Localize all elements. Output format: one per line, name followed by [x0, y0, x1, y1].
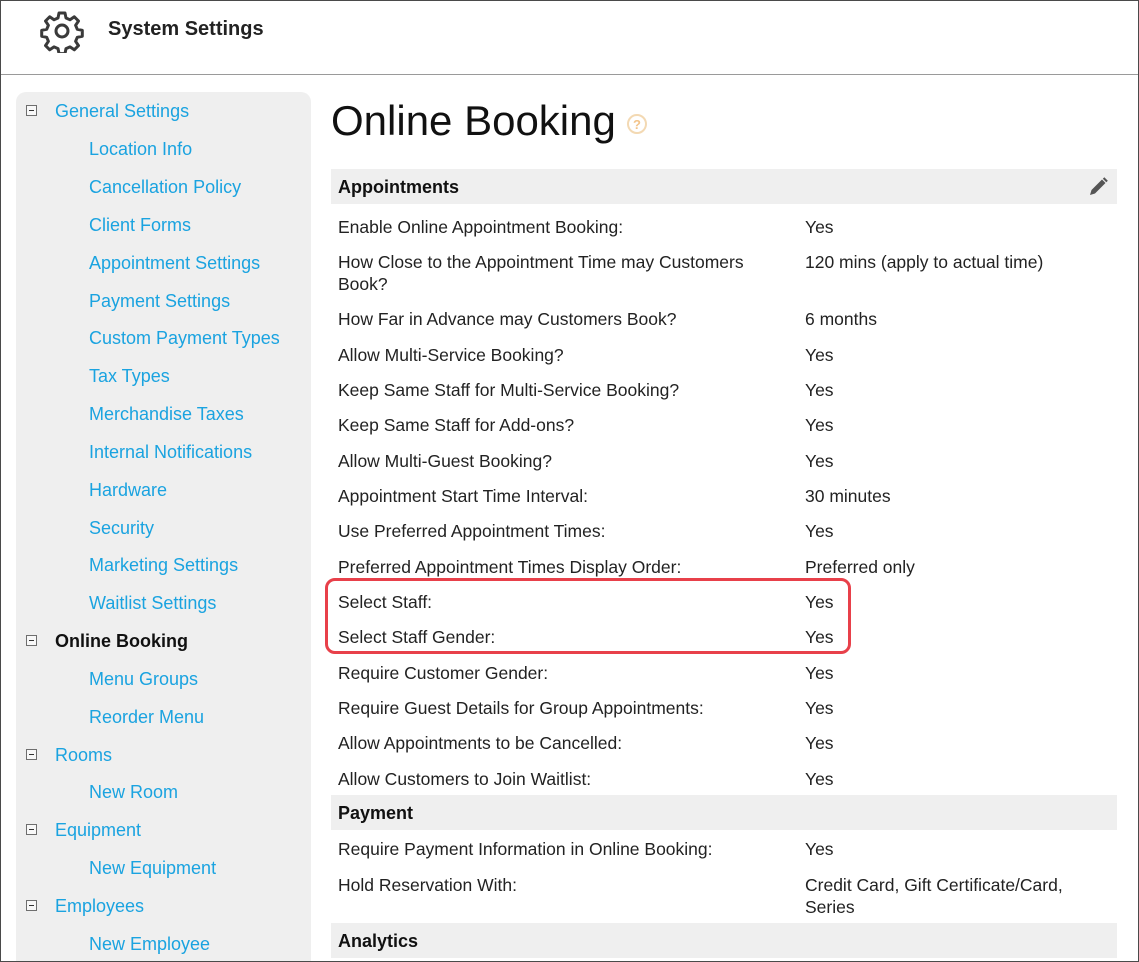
- setting-label: Allow Multi-Service Booking?: [338, 345, 564, 365]
- page-title: Online Booking: [331, 97, 616, 144]
- collapse-icon[interactable]: [26, 824, 37, 835]
- app-title: System Settings: [108, 18, 264, 40]
- sidebar-item-label[interactable]: Hardware: [89, 480, 167, 501]
- setting-value: Yes: [805, 451, 834, 471]
- setting-value: Preferred only: [805, 557, 915, 577]
- app-window: System Settings General Settings Locatio…: [0, 0, 1139, 962]
- sidebar-item-label[interactable]: Online Booking: [55, 631, 188, 652]
- section-header-appointments: Appointments: [331, 169, 1117, 204]
- sidebar-item-label[interactable]: Waitlist Settings: [89, 593, 216, 614]
- setting-label: Require Payment Information in Online Bo…: [338, 839, 713, 859]
- edit-pencil-icon[interactable]: [1087, 176, 1109, 198]
- sidebar-item-label[interactable]: Rooms: [55, 745, 112, 766]
- setting-label: Appointment Start Time Interval:: [338, 486, 588, 506]
- sidebar-item-label[interactable]: Location Info: [89, 139, 192, 160]
- sidebar-item-label[interactable]: Merchandise Taxes: [89, 404, 244, 425]
- setting-value: Yes: [805, 663, 834, 683]
- setting-value: Yes: [805, 345, 834, 365]
- setting-label: Allow Appointments to be Cancelled:: [338, 733, 623, 753]
- sidebar-item-label[interactable]: Tax Types: [89, 366, 170, 387]
- help-icon[interactable]: ?: [627, 114, 647, 134]
- collapse-icon[interactable]: [26, 749, 37, 760]
- setting-label: Allow Multi-Guest Booking?: [338, 451, 552, 471]
- setting-value: 120 mins (apply to actual time): [805, 252, 1044, 272]
- setting-label: How Far in Advance may Customers Book?: [338, 309, 677, 329]
- setting-label: Allow Customers to Join Waitlist:: [338, 769, 592, 789]
- collapse-icon[interactable]: [26, 105, 37, 116]
- section-title: Appointments: [338, 177, 459, 197]
- setting-value: Yes: [805, 521, 834, 541]
- section-header-analytics: Analytics: [331, 923, 1117, 958]
- highlight-annotation: [325, 578, 851, 654]
- sidebar-item-label[interactable]: Cancellation Policy: [89, 177, 241, 198]
- sidebar-item-label[interactable]: New Room: [89, 782, 178, 803]
- settings-sidebar: General Settings Location Info Cancellat…: [16, 92, 311, 961]
- setting-label: How Close to the Appointment Time may Cu…: [338, 252, 744, 294]
- sidebar-item-label[interactable]: General Settings: [55, 101, 189, 122]
- setting-value: Yes: [805, 217, 834, 237]
- setting-label: Require Guest Details for Group Appointm…: [338, 698, 704, 718]
- setting-value: Yes: [805, 769, 834, 789]
- sidebar-item-label[interactable]: Custom Payment Types: [89, 328, 280, 349]
- collapse-icon[interactable]: [26, 900, 37, 911]
- setting-value: Yes: [805, 839, 834, 859]
- sidebar-item-label[interactable]: Internal Notifications: [89, 442, 252, 463]
- sidebar-item-label[interactable]: Security: [89, 518, 154, 539]
- sidebar-item-label[interactable]: Client Forms: [89, 215, 191, 236]
- collapse-icon[interactable]: [26, 635, 37, 646]
- sidebar-item-label[interactable]: Reorder Menu: [89, 707, 204, 728]
- setting-value: Yes: [805, 733, 834, 753]
- setting-label: Enable Online Appointment Booking:: [338, 217, 624, 237]
- setting-value: Yes: [805, 415, 834, 435]
- setting-label: Keep Same Staff for Add-ons?: [338, 415, 575, 435]
- sidebar-item-label[interactable]: Marketing Settings: [89, 555, 238, 576]
- setting-label: Keep Same Staff for Multi-Service Bookin…: [338, 380, 680, 400]
- setting-value: 30 minutes: [805, 486, 891, 506]
- setting-value: Yes: [805, 698, 834, 718]
- setting-value: 6 months: [805, 309, 877, 329]
- sidebar-item-label[interactable]: Payment Settings: [89, 291, 230, 312]
- setting-label: Use Preferred Appointment Times:: [338, 521, 606, 541]
- setting-label: Preferred Appointment Times Display Orde…: [338, 557, 682, 577]
- section-title: Analytics: [338, 931, 419, 951]
- setting-value: Yes: [805, 380, 834, 400]
- sidebar-item-label[interactable]: Appointment Settings: [89, 253, 260, 274]
- sidebar-item-label[interactable]: New Employee: [89, 934, 210, 955]
- setting-label: Require Customer Gender:: [338, 663, 549, 683]
- setting-label: Hold Reservation With:: [338, 875, 517, 895]
- sidebar-item-label[interactable]: Equipment: [55, 820, 141, 841]
- top-bar: System Settings: [1, 1, 1138, 75]
- sidebar-item-label[interactable]: New Equipment: [89, 858, 216, 879]
- section-header-payment: Payment: [331, 795, 1117, 830]
- gear-icon: [40, 11, 84, 53]
- sidebar-item-label[interactable]: Menu Groups: [89, 669, 198, 690]
- sidebar-item-label[interactable]: Employees: [55, 896, 144, 917]
- setting-value: Credit Card, Gift Certificate/Card, Seri…: [805, 875, 1063, 917]
- section-title: Payment: [338, 803, 414, 823]
